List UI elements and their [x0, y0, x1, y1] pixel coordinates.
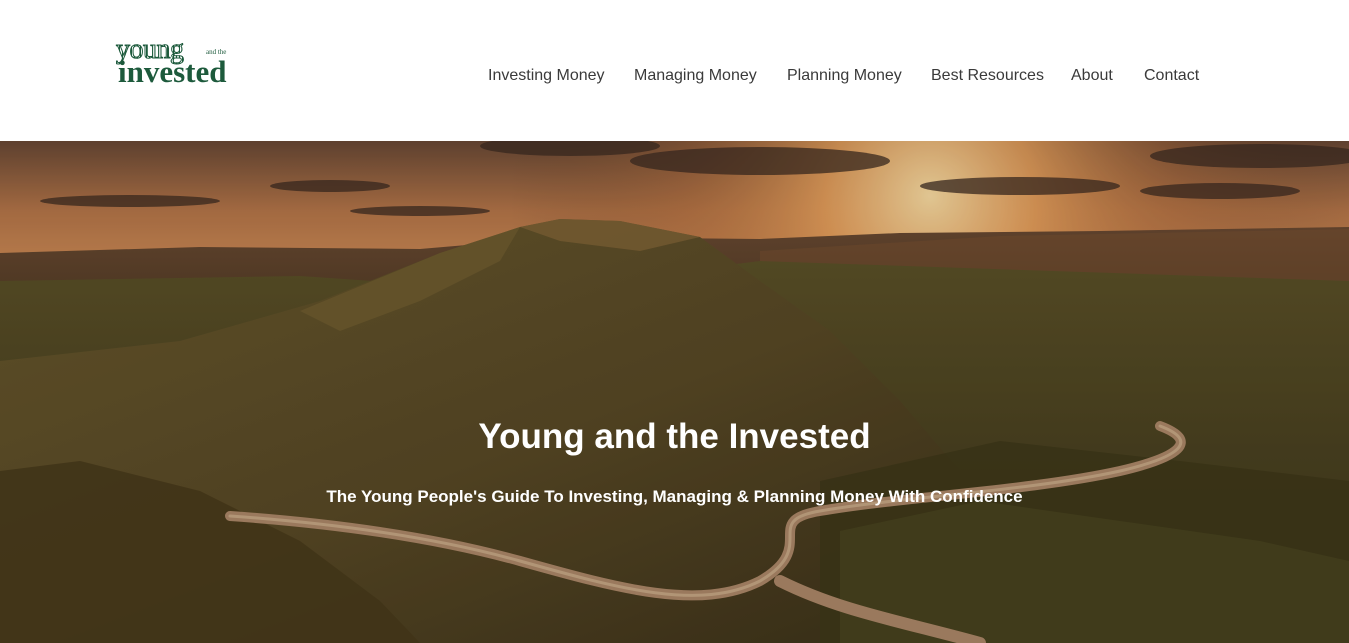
hero-title: Young and the Invested	[478, 417, 871, 456]
nav-item-contact[interactable]: Contact	[1144, 64, 1199, 88]
hero-landscape-image	[0, 141, 1349, 643]
hero-subtitle: The Young People's Guide To Investing, M…	[326, 487, 1023, 506]
logo-text-invested: invested	[118, 54, 227, 89]
nav-item-about[interactable]: About	[1071, 64, 1113, 88]
nav-item-investing-money[interactable]: Investing Money	[488, 64, 605, 88]
site-logo[interactable]: young and the invested	[114, 35, 238, 90]
nav-item-best-resources[interactable]: Best Resources	[931, 64, 1044, 88]
nav-item-planning-money[interactable]: Planning Money	[787, 64, 902, 88]
site-header: young and the invested Investing Money M…	[0, 0, 1349, 141]
hero-banner: Young and the Invested The Young People'…	[0, 141, 1349, 643]
nav-item-managing-money[interactable]: Managing Money	[634, 64, 757, 88]
